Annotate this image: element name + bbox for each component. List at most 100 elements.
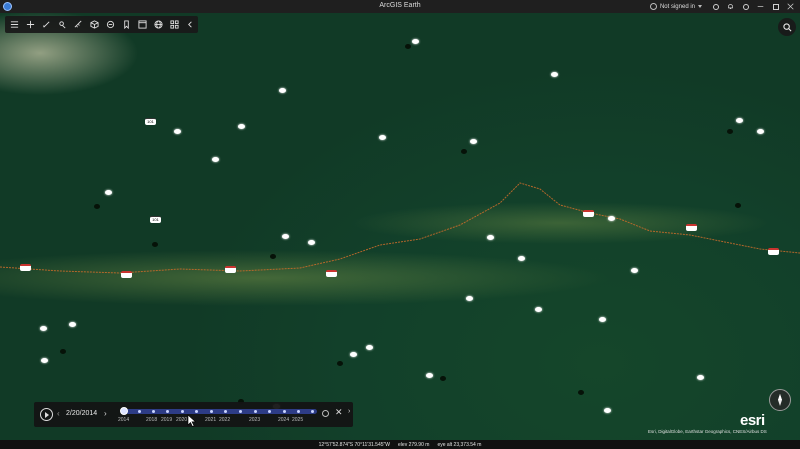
cloud xyxy=(40,326,47,331)
chevron-down-icon xyxy=(698,5,702,8)
status-bar: 12°57'52.874"S 70°11'31.545"W elev 279.9… xyxy=(0,440,800,449)
layers-button[interactable] xyxy=(103,16,119,33)
cloud-shadow xyxy=(440,376,446,381)
add-data-button[interactable] xyxy=(23,16,39,33)
user-label: Not signed in xyxy=(659,3,695,10)
cloud xyxy=(308,240,315,245)
year-label: 2014 xyxy=(118,417,130,423)
cloud xyxy=(487,235,494,240)
cloud xyxy=(631,268,638,273)
previous-time-button[interactable]: ‹ xyxy=(57,410,60,418)
search-button[interactable] xyxy=(778,18,796,36)
minimize-icon xyxy=(757,6,764,7)
user-menu[interactable]: Not signed in xyxy=(649,3,702,10)
contents-button[interactable] xyxy=(7,16,23,33)
year-label: 2020 xyxy=(176,417,188,423)
time-tick xyxy=(239,410,242,413)
compass-button[interactable] xyxy=(769,389,791,411)
map-view[interactable]: 101 101 xyxy=(0,13,800,440)
cube-icon xyxy=(90,20,99,29)
maximize-button[interactable] xyxy=(768,1,783,12)
cloud-shadow xyxy=(270,254,276,259)
cloud xyxy=(174,129,181,134)
year-label: 2019 xyxy=(161,417,173,423)
minimize-button[interactable] xyxy=(753,1,768,12)
cloud xyxy=(599,317,606,322)
time-tick xyxy=(138,410,141,413)
cloud xyxy=(535,307,542,312)
cloud xyxy=(379,135,386,140)
map-attribution: Esri, DigitalGlobe, Earthstar Geographic… xyxy=(648,429,767,434)
notifications-button[interactable] xyxy=(723,1,738,12)
time-tick xyxy=(311,410,314,413)
draw-button[interactable] xyxy=(39,16,55,33)
cloud xyxy=(279,88,286,93)
cloud xyxy=(551,72,558,77)
cloud xyxy=(426,373,433,378)
next-time-button[interactable]: › xyxy=(104,410,107,418)
gear-icon xyxy=(712,3,719,10)
settings-button[interactable] xyxy=(708,1,723,12)
layers-icon xyxy=(106,20,115,29)
more-options-button[interactable]: › xyxy=(348,408,350,415)
globe-button[interactable] xyxy=(150,16,166,33)
time-settings-button[interactable] xyxy=(322,410,329,417)
highway-shield xyxy=(225,266,236,273)
3d-button[interactable] xyxy=(87,16,103,33)
time-tick xyxy=(181,410,184,413)
measure-button[interactable] xyxy=(55,16,71,33)
pencil-icon xyxy=(43,21,50,28)
cloud xyxy=(69,322,76,327)
chevron-left-icon xyxy=(187,21,192,28)
route-shield: 101 xyxy=(145,118,156,125)
year-label: 2021 xyxy=(205,417,217,423)
list-icon xyxy=(11,21,19,28)
elevation-readout: elev 279.90 m xyxy=(398,441,430,448)
time-slider-thumb[interactable] xyxy=(120,407,128,415)
year-label: 2022 xyxy=(219,417,231,423)
highway-road xyxy=(0,182,800,274)
bell-icon xyxy=(728,4,733,9)
cloud-shadow xyxy=(152,242,158,247)
grid-icon xyxy=(170,20,179,29)
cloud-shadow xyxy=(735,203,741,208)
globe-icon xyxy=(154,20,163,29)
time-tick xyxy=(268,410,271,413)
compass-icon xyxy=(778,394,782,406)
cloud-shadow xyxy=(578,390,584,395)
ruler-button[interactable] xyxy=(71,16,87,33)
highway-shield xyxy=(121,271,132,278)
time-tick xyxy=(254,410,257,413)
window-button[interactable] xyxy=(134,16,150,33)
cloud xyxy=(412,39,419,44)
year-label: 2025 xyxy=(292,417,304,423)
time-tick xyxy=(166,410,169,413)
info-icon xyxy=(742,3,749,10)
title-bar: ArcGIS Earth Not signed in xyxy=(0,0,800,13)
cloud xyxy=(608,216,615,221)
cloud xyxy=(212,157,219,162)
close-time-slider-button[interactable]: ✕ xyxy=(335,408,343,417)
search-icon xyxy=(782,22,791,31)
close-button[interactable] xyxy=(783,1,798,12)
highway-shield xyxy=(326,270,337,277)
bookmarks-button[interactable] xyxy=(118,16,134,33)
cloud-shadow xyxy=(461,149,467,154)
apps-button[interactable] xyxy=(166,16,182,33)
cloud xyxy=(105,190,112,195)
highway-shield xyxy=(686,224,697,231)
highway-shield xyxy=(768,248,779,255)
cloud xyxy=(757,129,764,134)
cloud-shadow xyxy=(94,204,100,209)
collapse-toolbar-button[interactable] xyxy=(182,16,198,33)
cloud-shadow xyxy=(727,129,733,134)
cloud xyxy=(518,256,525,261)
play-button[interactable] xyxy=(40,408,53,421)
cloud xyxy=(41,358,48,363)
cloud xyxy=(282,234,289,239)
help-button[interactable] xyxy=(738,1,753,12)
highway-shield xyxy=(20,264,31,271)
year-label: 2018 xyxy=(146,417,158,423)
time-tick xyxy=(152,410,155,413)
time-tick xyxy=(224,410,227,413)
